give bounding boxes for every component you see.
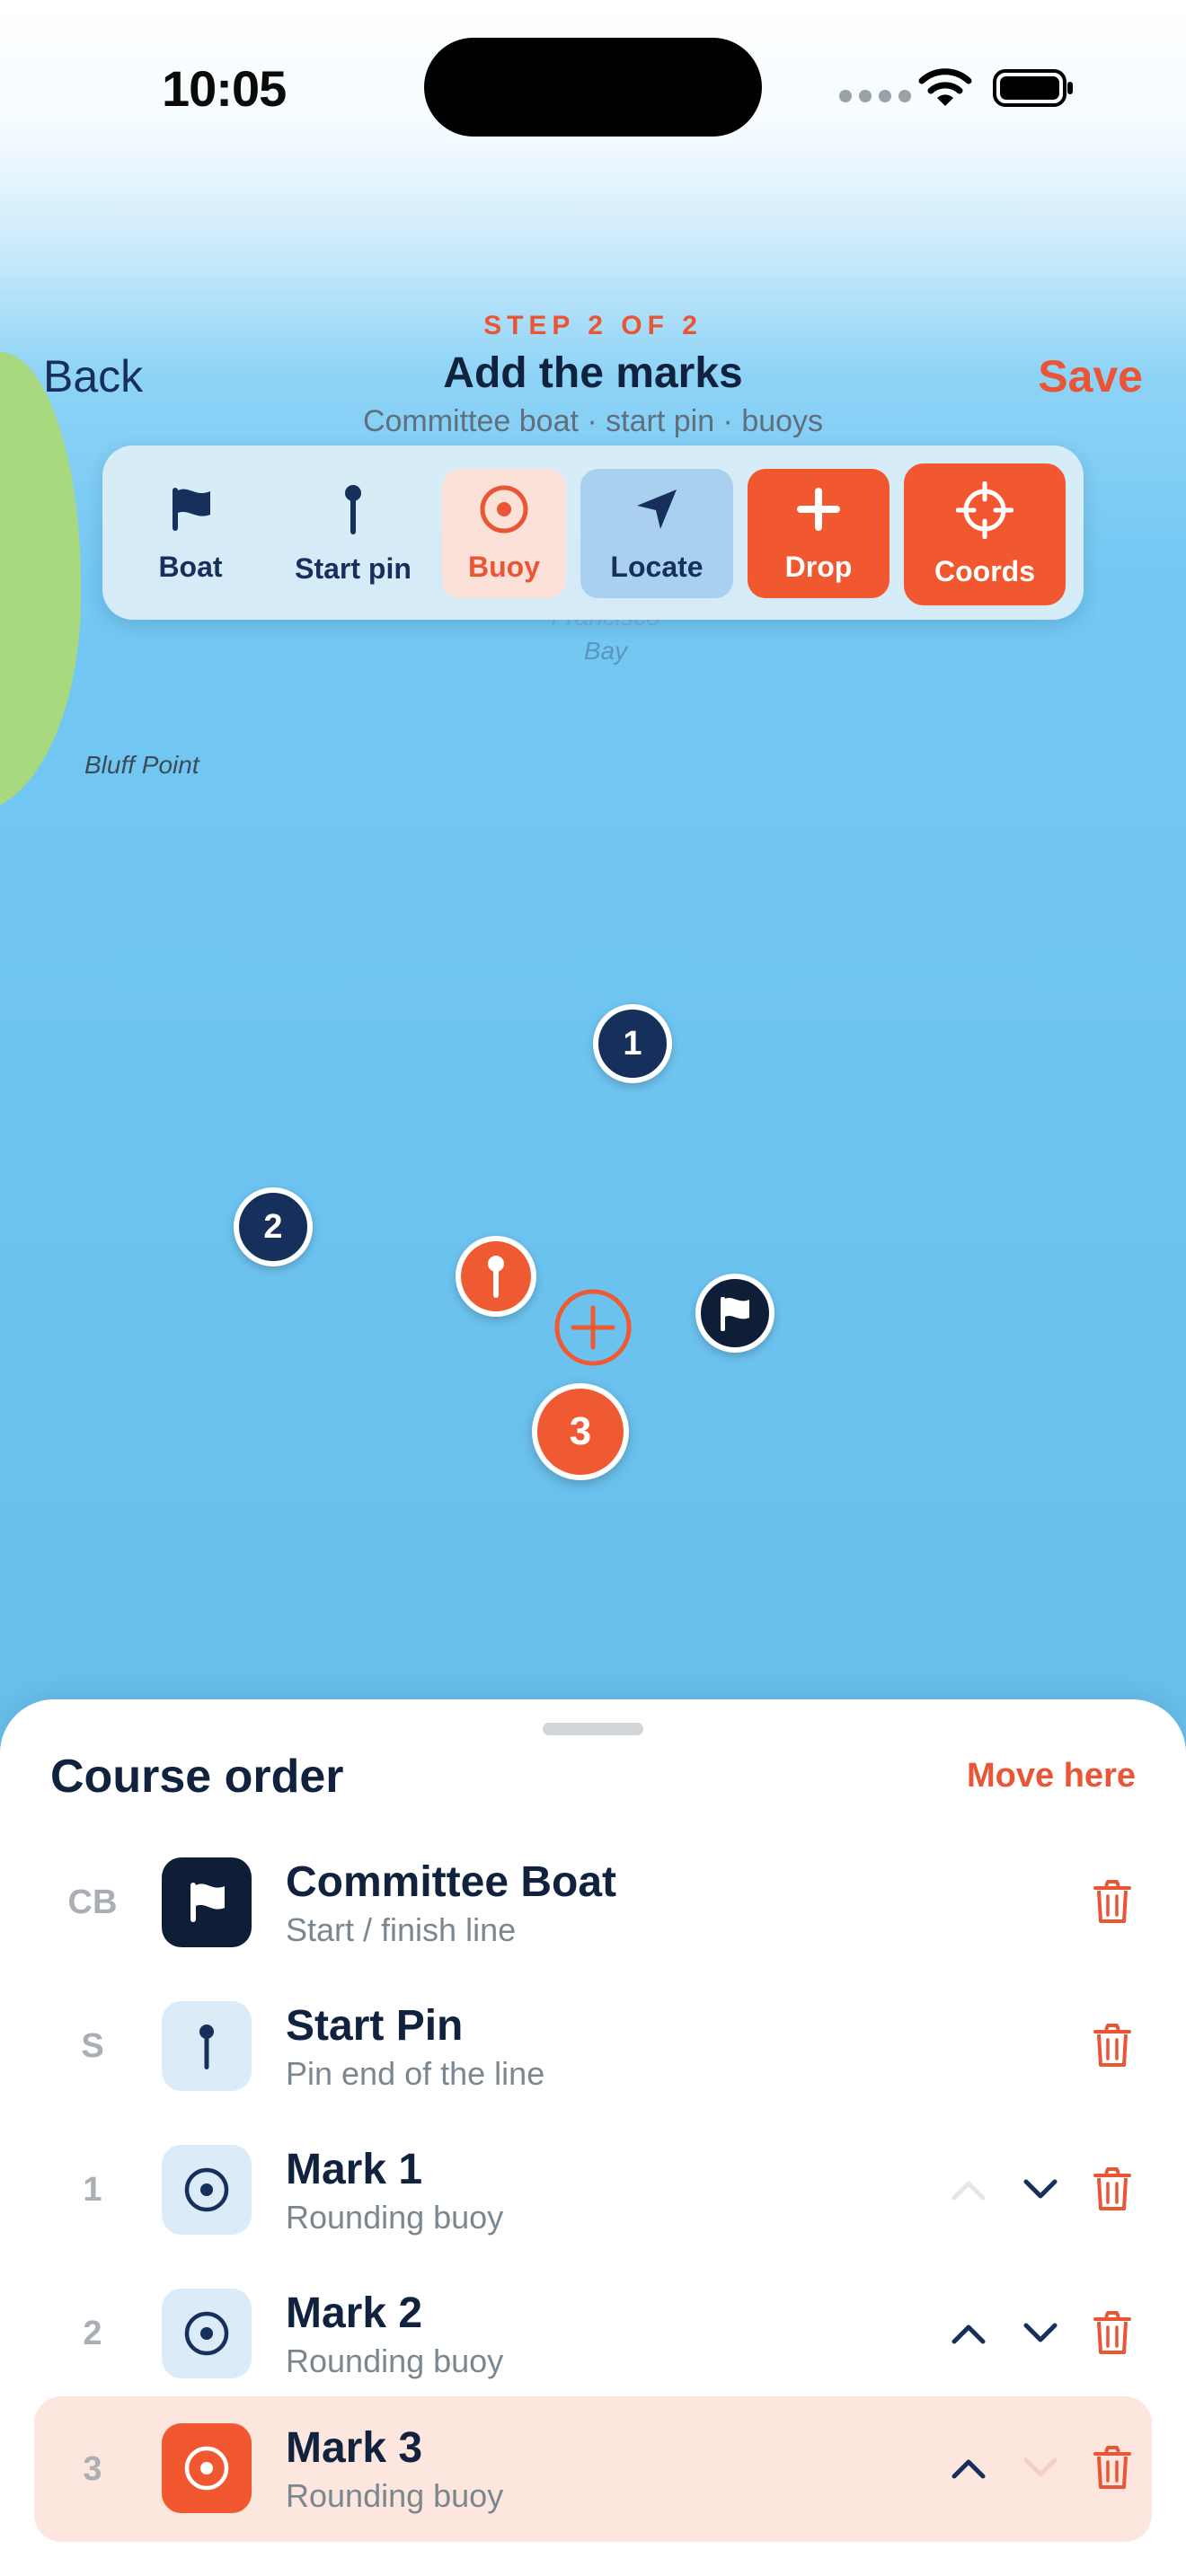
status-time: 10:05 — [162, 60, 287, 117]
row-index: 2 — [83, 2314, 102, 2352]
row-index: S — [81, 2026, 104, 2065]
course-order-sheet: Course order Move here CB Committee Boat… — [0, 1699, 1186, 2576]
course-row-mark-1[interactable]: 1 Mark 1 Rounding buoy — [34, 2130, 1152, 2249]
chevron-up-icon — [951, 2181, 986, 2201]
chevron-down-icon — [1023, 2323, 1058, 2342]
tool-label: Drop — [784, 550, 853, 583]
trash-icon — [1093, 2311, 1131, 2354]
buoy-icon — [184, 2311, 229, 2356]
chevron-down-icon — [1023, 2457, 1058, 2477]
map-marker-committee-boat[interactable] — [695, 1274, 774, 1353]
row-subtitle: Pin end of the line — [286, 2055, 545, 2092]
row-index: 3 — [83, 2449, 102, 2488]
tool-coords-button[interactable]: Coords — [904, 463, 1066, 605]
tool-label: Start pin — [295, 551, 412, 585]
buoy-icon — [184, 2167, 229, 2212]
drop-target-crosshair-icon — [554, 1289, 632, 1366]
tool-label: Locate — [610, 550, 704, 583]
row-name: Start Pin — [286, 2002, 464, 2050]
step-indicator: STEP 2 OF 2 — [483, 311, 703, 340]
tool-label: Coords — [934, 554, 1035, 587]
tool-label: Buoy — [468, 550, 540, 583]
pin-icon — [488, 1256, 504, 1298]
land-label: Bluff Point — [84, 751, 199, 779]
pin-icon — [199, 2025, 214, 2069]
row-name: Mark 1 — [286, 2146, 423, 2193]
row-name: Mark 3 — [286, 2424, 423, 2472]
row-index: CB — [67, 1883, 118, 1921]
map-marker-start-pin[interactable] — [456, 1236, 536, 1317]
delete-button[interactable] — [1085, 2163, 1139, 2217]
page-title: Add the marks — [443, 349, 743, 397]
flag-icon — [190, 1883, 225, 1922]
row-index: 1 — [83, 2170, 102, 2209]
move-here-button[interactable]: Move here — [967, 1757, 1136, 1795]
row-icon — [162, 2145, 252, 2235]
row-subtitle: Rounding buoy — [286, 2199, 504, 2236]
row-icon — [162, 2423, 252, 2513]
trash-icon — [1093, 1880, 1131, 1923]
dynamic-island — [424, 38, 762, 137]
course-row-mark-3[interactable]: 3 Mark 3 Rounding buoy — [34, 2396, 1152, 2542]
mark-type-toolbar: Boat Start pin Buoy Locate Drop Coords — [102, 446, 1084, 620]
row-name: Committee Boat — [286, 1858, 617, 1906]
tool-locate-button[interactable]: Locate — [580, 469, 733, 598]
row-name: Mark 2 — [286, 2289, 423, 2337]
crosshair-icon — [956, 481, 1013, 539]
course-row-start-pin[interactable]: S Start Pin Pin end of the line — [34, 1987, 1152, 2105]
map-marker-2[interactable]: 2 — [234, 1187, 313, 1266]
tool-label: Boat — [158, 550, 223, 583]
chevron-down-icon — [1023, 2179, 1058, 2199]
chevron-up-icon — [951, 2325, 986, 2344]
row-subtitle: Start / finish line — [286, 1911, 517, 1948]
tool-drop-button[interactable]: Drop — [748, 469, 890, 598]
move-down-button[interactable] — [1013, 2163, 1067, 2217]
plus-icon — [797, 487, 840, 531]
tool-boat-button[interactable]: Boat — [120, 469, 261, 598]
flag-icon — [721, 1297, 749, 1331]
trash-icon — [1093, 2024, 1131, 2067]
location-arrow-icon — [637, 489, 677, 529]
move-up-button[interactable] — [942, 2441, 996, 2495]
map-marker-3[interactable]: 3 — [532, 1383, 629, 1480]
trash-icon — [1093, 2446, 1131, 2489]
delete-button[interactable] — [1085, 2441, 1139, 2495]
pin-icon — [345, 484, 361, 534]
row-icon — [162, 1857, 252, 1947]
trash-icon — [1093, 2167, 1131, 2210]
row-subtitle: Rounding buoy — [286, 2342, 504, 2379]
chevron-up-icon — [951, 2459, 986, 2479]
page-subtitle: Committee boat · start pin · buoys — [362, 404, 824, 438]
delete-button[interactable] — [1085, 2307, 1139, 2360]
delete-button[interactable] — [1085, 1875, 1139, 1929]
row-icon — [162, 2289, 252, 2378]
wifi-icon — [918, 68, 972, 106]
map-marker-1[interactable]: 1 — [593, 1004, 672, 1083]
tool-buoy-button[interactable]: Buoy — [442, 469, 566, 598]
sheet-grabber[interactable] — [543, 1723, 643, 1735]
cellular-signal-icon — [839, 90, 911, 102]
row-subtitle: Rounding buoy — [286, 2477, 504, 2514]
flag-icon — [173, 487, 210, 531]
tool-start-pin-button[interactable]: Start pin — [268, 469, 438, 598]
delete-button[interactable] — [1085, 2019, 1139, 2073]
move-down-button[interactable] — [1013, 2307, 1067, 2360]
course-row-committee-boat[interactable]: CB Committee Boat Start / finish line — [34, 1843, 1152, 1962]
course-row-mark-2[interactable]: 2 Mark 2 Rounding buoy — [34, 2274, 1152, 2393]
move-up-button[interactable] — [942, 2307, 996, 2360]
battery-icon — [993, 69, 1073, 107]
buoy-icon — [184, 2446, 229, 2491]
move-down-button[interactable] — [1013, 2441, 1067, 2495]
row-icon — [162, 2001, 252, 2091]
sheet-title: Course order — [50, 1751, 344, 1803]
buoy-icon — [480, 485, 528, 533]
move-up-button[interactable] — [942, 2163, 996, 2217]
